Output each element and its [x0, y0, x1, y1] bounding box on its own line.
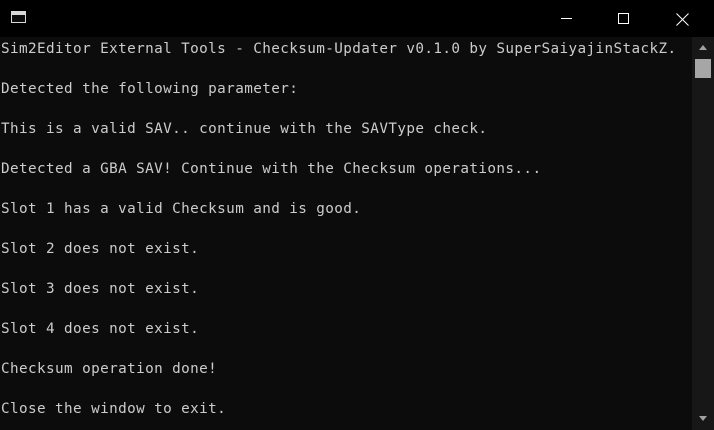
arrow-up-icon [699, 45, 707, 50]
maximize-icon [618, 13, 629, 24]
console-line: This is a valid SAV.. continue with the … [1, 121, 488, 137]
console-line: Slot 3 does not exist. [1, 281, 200, 297]
console-line: Sim2Editor External Tools - Checksum-Upd… [1, 41, 677, 57]
close-button[interactable] [660, 0, 706, 37]
console-line: Detected a GBA SAV! Continue with the Ch… [1, 161, 542, 177]
console-line: Detected the following parameter: [1, 81, 299, 97]
close-icon [676, 13, 689, 26]
console-line: Slot 1 has a valid Checksum and is good. [1, 201, 362, 217]
scroll-thumb[interactable] [695, 59, 711, 78]
console-line: Close the window to exit. [1, 401, 227, 417]
vertical-scrollbar[interactable] [692, 37, 714, 430]
console-line: Slot 2 does not exist. [1, 241, 200, 257]
console-line: Slot 4 does not exist. [1, 321, 200, 337]
minimize-button[interactable] [544, 0, 590, 37]
arrow-down-icon [699, 416, 707, 421]
console-output[interactable]: Sim2Editor External Tools - Checksum-Upd… [0, 37, 692, 430]
console-line: Checksum operation done! [1, 361, 218, 377]
console-window: Sim2Editor External Tools - Checksum-Upd… [0, 0, 714, 430]
console-app-icon[interactable] [11, 11, 26, 23]
scroll-up-button[interactable] [692, 39, 714, 56]
minimize-icon [561, 18, 572, 19]
maximize-button[interactable] [600, 0, 646, 37]
scroll-down-button[interactable] [692, 410, 714, 427]
title-bar[interactable] [0, 0, 714, 37]
